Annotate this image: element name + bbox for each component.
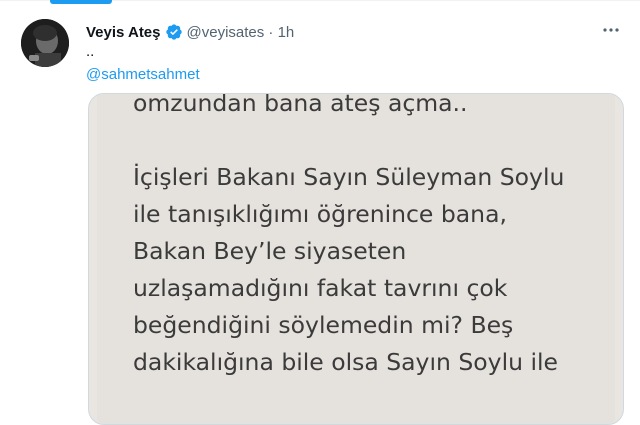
image-text: omzundan bana ateş açma.. İçişleri Bakan… xyxy=(133,93,613,381)
image-text-line: beğendiğini söylemedin mi? Beş xyxy=(133,311,514,339)
image-text-line: dakikalığına bile olsa Sayın Soylu ile xyxy=(133,348,558,376)
tweet-media-image[interactable]: omzundan bana ateş açma.. İçişleri Bakan… xyxy=(88,93,624,425)
image-text-line: uzlaşamadığını fakat tavrını çok xyxy=(133,274,508,302)
tweet-text: .. xyxy=(86,43,95,60)
author-name[interactable]: Veyis Ateş xyxy=(86,24,161,41)
image-text-line: ile tanışıklığımı öğrenince bana, xyxy=(133,200,507,228)
image-text-line: İçişleri Bakanı Sayın Süleyman Soylu xyxy=(133,163,565,191)
avatar[interactable] xyxy=(21,19,69,67)
more-options-icon[interactable] xyxy=(600,19,622,41)
avatar-photo xyxy=(21,19,69,67)
mention-link[interactable]: @sahmetsahmet xyxy=(86,66,200,83)
image-text-line: omzundan bana ateş açma.. xyxy=(133,93,468,117)
verified-badge-icon xyxy=(165,23,183,41)
selected-tab-indicator xyxy=(50,0,112,4)
tweet-header: Veyis Ateş @veyisates · 1h xyxy=(86,21,294,43)
screenshot-image: omzundan bana ateş açma.. İçişleri Bakan… xyxy=(97,93,615,424)
image-text-line: Bakan Bey’le siyaseten xyxy=(133,237,407,265)
handle-and-time[interactable]: @veyisates · 1h xyxy=(187,24,295,41)
